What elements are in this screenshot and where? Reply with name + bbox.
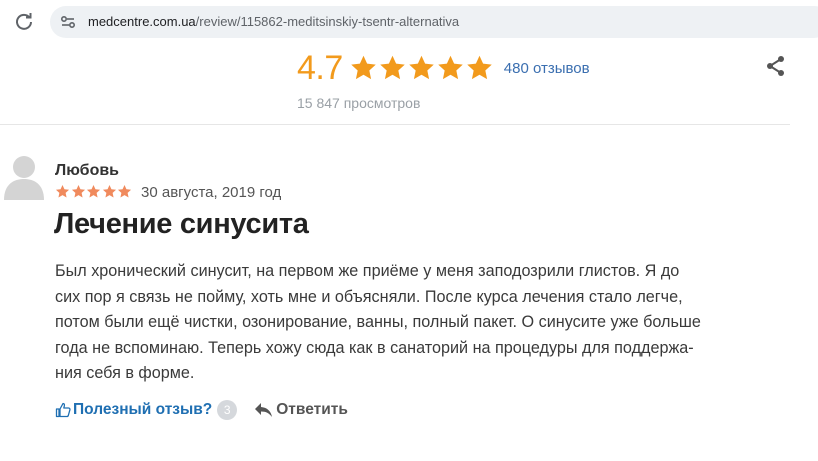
rating-stars (349, 54, 494, 82)
reply-arrow-icon (255, 403, 273, 417)
views-count: 15 847 просмотров (297, 95, 421, 111)
review-body-line: Был хронический синусит, на первом же пр… (55, 262, 680, 280)
url-text: medcentre.com.ua/review/115862-meditsins… (88, 14, 459, 29)
site-info-icon[interactable] (58, 12, 78, 32)
review-date: 30 августа, 2019 год (141, 184, 282, 201)
review-actions: Полезный отзыв? 3 Ответить (55, 400, 348, 420)
share-icon[interactable] (766, 55, 786, 77)
helpful-button[interactable]: Полезный отзыв? 3 (55, 400, 238, 420)
star-icon (55, 184, 70, 198)
reviews-count-link[interactable]: 480 отзывов (504, 60, 590, 77)
thumbs-up-icon (55, 402, 71, 418)
helpful-count-badge: 3 (217, 400, 238, 420)
url-path: /review/115862-meditsinskiy-tsentr-alter… (195, 14, 460, 29)
address-bar[interactable]: medcentre.com.ua/review/115862-meditsins… (50, 6, 818, 38)
review-body-line: года не вспоминаю. Теперь хожу сюда как … (55, 338, 694, 357)
star-icon (117, 184, 132, 198)
star-icon (71, 184, 85, 198)
star-icon (102, 184, 116, 198)
star-icon (86, 184, 101, 198)
star-icon (380, 55, 405, 80)
review-body-line: ния себя в форме. (55, 364, 195, 382)
avatar-icon (4, 156, 44, 200)
review-body-line: сих пор я связь не пойму, хоть мне и объ… (55, 287, 683, 306)
review-body: Был хронический синусит, на первом же пр… (55, 259, 775, 387)
rating-summary: 4.7 480 отзывов (297, 48, 590, 87)
reply-button[interactable]: Ответить (254, 401, 348, 419)
star-icon (409, 55, 434, 80)
star-icon (438, 55, 463, 80)
review-author[interactable]: Любовь (55, 162, 119, 180)
browser-toolbar: medcentre.com.ua/review/115862-meditsins… (0, 0, 818, 42)
review-stars (55, 184, 133, 199)
reply-label: Ответить (276, 401, 348, 418)
star-icon (351, 55, 376, 80)
review-title: Лечение синусита (54, 208, 309, 240)
url-domain: medcentre.com.ua (88, 14, 196, 29)
divider (0, 124, 790, 125)
reload-icon[interactable] (14, 11, 34, 31)
helpful-label: Полезный отзыв? (73, 401, 213, 418)
rating-score: 4.7 (297, 48, 343, 87)
star-icon (467, 55, 492, 80)
review-body-line: потом были ещё чистки, озонирование, ван… (55, 313, 701, 331)
